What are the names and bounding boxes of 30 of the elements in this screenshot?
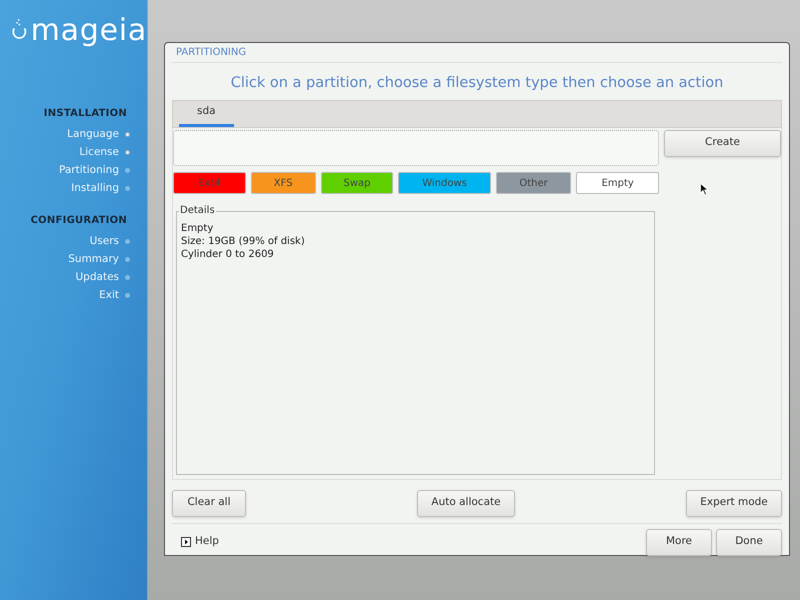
action-button[interactable]: Clear all <box>172 490 246 517</box>
help-link[interactable]: Help <box>195 534 219 550</box>
action-button[interactable]: Expert mode <box>686 490 782 517</box>
details-text: Size: 19GB (99% of disk) <box>181 235 306 248</box>
details-text: Cylinder 0 to 2609 <box>181 248 275 262</box>
dialog-title: PARTITIONING <box>172 43 782 63</box>
dialog-button[interactable]: Done <box>716 528 782 556</box>
step-label: Exit <box>99 288 119 302</box>
filesystem-type-button[interactable]: XFS <box>250 172 316 194</box>
step-label: Installing <box>71 181 119 195</box>
instruction-text: Click on a partition, choose a filesystem type then choose an action <box>230 74 724 93</box>
dialog-button[interactable]: More <box>646 528 712 556</box>
expander-icon[interactable] <box>181 537 191 548</box>
details-text: Empty <box>181 222 214 236</box>
step-label: Summary <box>68 252 119 266</box>
disk-tab[interactable]: sda <box>179 100 234 127</box>
section-title: CONFIGURATION <box>30 214 127 228</box>
filesystem-type-button[interactable]: Swap <box>320 172 394 194</box>
logo-text: mageia <box>30 14 147 48</box>
filesystem-type-button[interactable]: Empty <box>576 172 659 194</box>
section-title: INSTALLATION <box>44 107 127 121</box>
create-button[interactable]: Create <box>664 130 781 157</box>
step-label: License <box>79 145 119 159</box>
step-label: Users <box>90 234 119 248</box>
step-label: Language <box>67 127 119 141</box>
filesystem-type-button[interactable]: Windows <box>398 172 491 194</box>
step-label: Updates <box>76 270 119 284</box>
action-button[interactable]: Auto allocate <box>417 490 515 517</box>
pointer-icon <box>700 183 709 196</box>
step-label: Partitioning <box>59 163 119 177</box>
